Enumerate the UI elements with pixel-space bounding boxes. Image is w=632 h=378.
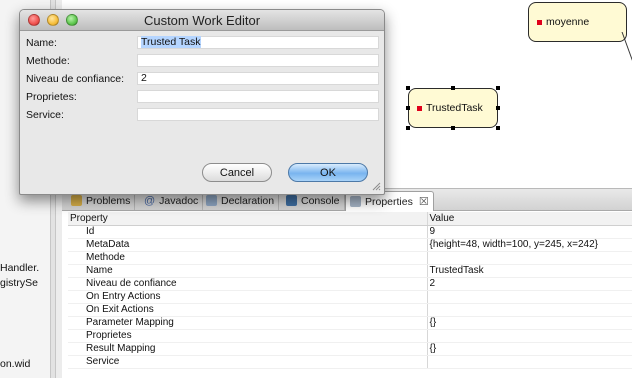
table-row[interactable]: Result Mapping{} (68, 342, 632, 356)
table-row[interactable]: Id 9 (68, 225, 632, 239)
property-name: Parameter Mapping (68, 316, 428, 330)
dialog-titlebar[interactable]: Custom Work Editor (20, 10, 384, 31)
property-value[interactable] (427, 355, 632, 369)
console-icon (286, 195, 297, 206)
property-value[interactable] (427, 290, 632, 304)
proprietes-label: Proprietes: (26, 91, 77, 103)
tab-label: Problems (86, 194, 131, 207)
name-field[interactable]: Trusted Task (137, 36, 379, 49)
dialog-title: Custom Work Editor (143, 13, 261, 28)
selection-handle[interactable] (451, 126, 455, 130)
property-name: Service (68, 355, 428, 369)
property-name: Name (68, 264, 428, 278)
property-value[interactable]: {height=48, width=100, y=245, x=242} (427, 238, 632, 252)
property-value[interactable]: 2 (427, 277, 632, 291)
property-name: On Exit Actions (68, 303, 428, 317)
property-name: Result Mapping (68, 342, 428, 356)
table-row[interactable]: Parameter Mapping{} (68, 316, 632, 330)
property-value[interactable]: 9 (427, 225, 632, 239)
tab-label: Console (301, 194, 340, 207)
problems-icon (71, 195, 82, 206)
at-sign-icon: @ (144, 195, 156, 207)
property-name: On Entry Actions (68, 290, 428, 304)
selection-handle[interactable] (496, 86, 500, 90)
property-name: Proprietes (68, 329, 428, 343)
name-value: Trusted Task (141, 36, 201, 48)
node-label: TrustedTask (426, 102, 483, 114)
property-name: Niveau de confiance (68, 277, 428, 291)
connection-line[interactable] (621, 32, 632, 62)
table-row[interactable]: On Exit Actions (68, 303, 632, 317)
property-name: Id (68, 225, 428, 239)
selection-handle[interactable] (406, 126, 410, 130)
node-marker-icon (537, 19, 542, 25)
table-row[interactable]: MetaData {height=48, width=100, y=245, x=… (68, 238, 632, 252)
tab-label: Javadoc (159, 194, 199, 207)
explorer-item[interactable]: on.wid (0, 358, 30, 370)
resize-grip-icon[interactable] (372, 182, 381, 191)
node-trustedtask[interactable]: TrustedTask (408, 88, 498, 128)
column-header-value[interactable]: Value (427, 212, 632, 226)
property-value[interactable]: {} (427, 316, 632, 330)
custom-work-editor-dialog: Custom Work Editor Name: Trusted Task Me… (19, 9, 385, 195)
property-value[interactable]: TrustedTask (427, 264, 632, 278)
column-header-property[interactable]: Property (68, 212, 428, 226)
table-row[interactable]: Service (68, 355, 632, 369)
properties-icon (350, 196, 361, 207)
proprietes-field[interactable] (137, 90, 379, 103)
name-label: Name: (26, 37, 57, 49)
property-value[interactable]: {} (427, 342, 632, 356)
service-label: Service: (26, 109, 64, 121)
ok-button[interactable]: OK (288, 163, 368, 182)
explorer-item[interactable]: gistrySe (0, 277, 38, 289)
table-row[interactable]: Proprietes (68, 329, 632, 343)
table-row[interactable]: Niveau de confiance 2 (68, 277, 632, 291)
cancel-button[interactable]: Cancel (202, 163, 272, 182)
selection-handle[interactable] (496, 126, 500, 130)
methode-field[interactable] (137, 54, 379, 67)
service-field[interactable] (137, 108, 379, 121)
property-value[interactable] (427, 251, 632, 265)
close-icon[interactable]: ☒ (419, 195, 429, 208)
selection-handle[interactable] (451, 86, 455, 90)
tab-label: Properties (365, 195, 413, 208)
selection-handle[interactable] (406, 86, 410, 90)
property-name: Methode (68, 251, 428, 265)
node-marker-icon (417, 105, 422, 111)
views-panel: Problems @ Javadoc Declaration Console P… (62, 188, 632, 378)
properties-table: Property Value Id 9 MetaData {height=48, w… (68, 212, 632, 369)
table-row[interactable]: Name TrustedTask (68, 264, 632, 278)
table-row[interactable]: Methode (68, 251, 632, 265)
selection-handle[interactable] (406, 106, 410, 110)
selection-handle[interactable] (496, 106, 500, 110)
property-name: MetaData (68, 238, 428, 252)
node-label: moyenne (546, 16, 590, 28)
property-value[interactable] (427, 303, 632, 317)
niveau-de-confiance-label: Niveau de confiance: (26, 73, 125, 85)
table-row[interactable]: On Entry Actions (68, 290, 632, 304)
methode-label: Methode: (26, 55, 70, 67)
explorer-item[interactable]: Handler. (0, 262, 39, 274)
declaration-icon (206, 195, 217, 206)
tab-label: Declaration (221, 194, 275, 207)
niveau-de-confiance-field[interactable]: 2 (137, 72, 379, 85)
property-value[interactable] (427, 329, 632, 343)
node-moyenne[interactable]: moyenne (528, 2, 627, 42)
